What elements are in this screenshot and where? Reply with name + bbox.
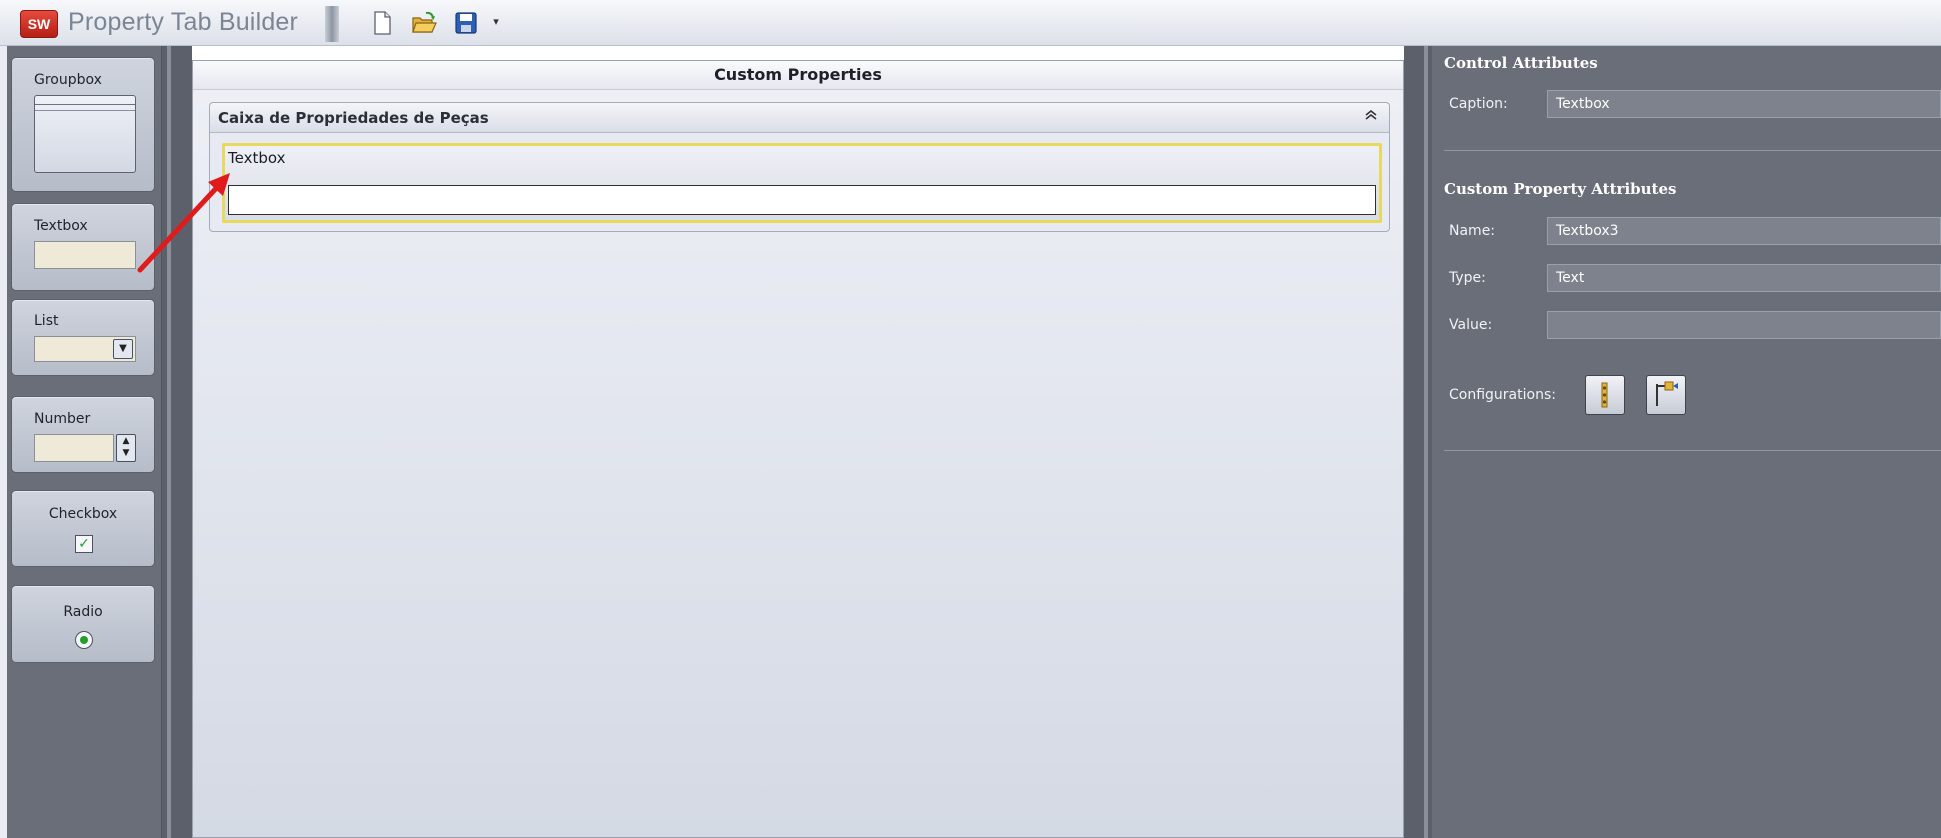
value-input[interactable] <box>1547 311 1941 339</box>
checkmark-icon: ✓ <box>75 535 93 553</box>
app-title: Property Tab Builder <box>68 8 299 36</box>
left-edge <box>0 46 7 838</box>
control-attributes-heading: Control Attributes <box>1444 54 1598 72</box>
chevron-down-icon: ▼ <box>113 339 133 359</box>
configuration-list-icon[interactable] <box>1585 375 1625 415</box>
toolbox-number-label: Number <box>34 411 91 427</box>
toolbox-list[interactable]: List ▼ <box>11 299 155 376</box>
divider <box>1444 150 1941 151</box>
title-bar: SW Property Tab Builder ▾ <box>0 0 1941 46</box>
caption-label: Caption: <box>1449 96 1508 112</box>
radio-dot-icon <box>75 631 93 649</box>
toolbox-checkbox[interactable]: Checkbox ✓ <box>11 490 155 567</box>
name-label: Name: <box>1449 223 1496 239</box>
solidworks-logo-icon: SW <box>20 10 58 38</box>
number-preview-icon <box>34 434 114 462</box>
toolbox-list-label: List <box>34 313 59 329</box>
right-splitter[interactable] <box>1404 46 1432 838</box>
design-canvas[interactable]: Custom Properties Caixa de Propriedades … <box>192 60 1404 838</box>
properties-panel: Control Attributes Caption: Textbox Cust… <box>1432 46 1941 838</box>
list-preview-icon: ▼ <box>34 336 136 362</box>
toolbox-number[interactable]: Number ▲ ▼ <box>11 396 155 473</box>
collapse-chevron-up-icon[interactable] <box>1361 108 1381 128</box>
canvas-title: Custom Properties <box>193 61 1403 90</box>
value-label: Value: <box>1449 317 1493 333</box>
divider <box>1444 450 1941 451</box>
textbox-preview-icon <box>34 241 136 269</box>
save-icon[interactable] <box>452 10 480 36</box>
title-separator <box>325 6 339 42</box>
save-dropdown-arrow-icon[interactable]: ▾ <box>489 12 503 32</box>
open-folder-icon[interactable] <box>410 10 438 36</box>
groupbox-preview-icon <box>34 95 136 173</box>
toolbox-radio-label: Radio <box>63 604 103 620</box>
textbox-control-input[interactable] <box>228 185 1376 215</box>
configuration-tree-icon[interactable] <box>1646 375 1686 415</box>
selected-textbox-control[interactable]: Textbox <box>222 143 1382 223</box>
groupbox-control[interactable]: Caixa de Propriedades de Peças Textbox <box>209 102 1390 232</box>
configurations-label: Configurations: <box>1449 387 1556 403</box>
toolbox-radio[interactable]: Radio <box>11 585 155 663</box>
groupbox-header[interactable]: Caixa de Propriedades de Peças <box>210 103 1389 133</box>
caption-input[interactable]: Textbox <box>1547 90 1941 118</box>
toolbox-textbox-label: Textbox <box>34 218 88 234</box>
type-label: Type: <box>1449 270 1486 286</box>
groupbox-title: Caixa de Propriedades de Peças <box>218 109 489 127</box>
toolbox-groupbox-label: Groupbox <box>34 72 102 88</box>
type-select[interactable]: Text <box>1547 264 1941 292</box>
custom-property-attributes-heading: Custom Property Attributes <box>1444 180 1677 198</box>
spinner-arrows-icon: ▲ ▼ <box>116 434 136 462</box>
toolbox-checkbox-label: Checkbox <box>48 506 118 522</box>
new-document-icon[interactable] <box>368 10 396 36</box>
annotation-arrow-icon <box>137 173 230 273</box>
name-input[interactable]: Textbox3 <box>1547 217 1941 245</box>
